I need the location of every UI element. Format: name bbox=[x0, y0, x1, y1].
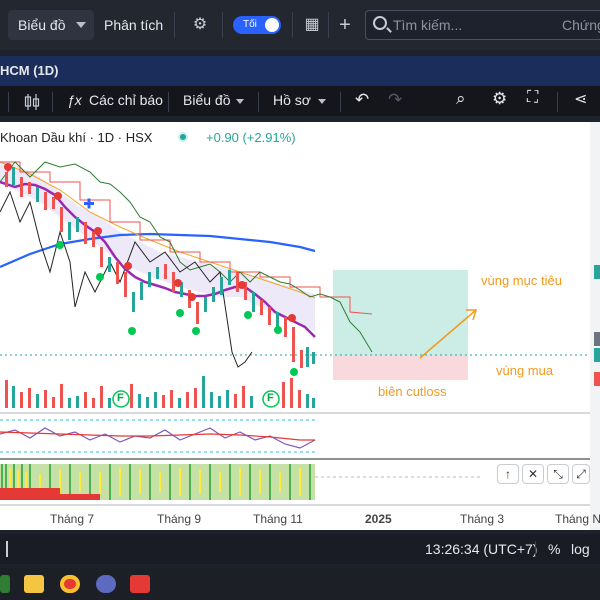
divider bbox=[222, 12, 223, 38]
divider bbox=[328, 12, 329, 38]
plus-icon[interactable]: + bbox=[333, 10, 357, 40]
folder-icon[interactable] bbox=[24, 575, 44, 593]
price-scale[interactable] bbox=[590, 122, 600, 530]
maximize-pane-button[interactable]: ⤢ bbox=[572, 464, 590, 484]
window-title: HCM (1D) bbox=[0, 63, 59, 78]
grid-layout-icon[interactable]: ▦ bbox=[300, 10, 324, 40]
profile-button[interactable]: Hồ sơ bbox=[273, 92, 311, 108]
divider bbox=[292, 12, 293, 38]
settings-icon[interactable]: ⚙ bbox=[492, 89, 507, 109]
price-change: +0.90 (+2.91%) bbox=[206, 130, 296, 145]
divider bbox=[168, 92, 169, 112]
market-status-dot bbox=[178, 132, 188, 142]
layout-dropdown[interactable]: Biểu đồ bbox=[8, 10, 94, 40]
function-icon[interactable]: ƒx bbox=[67, 92, 82, 108]
divider bbox=[174, 12, 175, 38]
divider bbox=[8, 92, 9, 112]
kijun-line-red bbox=[0, 161, 373, 315]
symbol-legend-title[interactable]: Khoan Dầu khí · 1D · HSX bbox=[0, 130, 152, 145]
divider bbox=[535, 541, 536, 557]
collapse-pane-button[interactable]: ⤡ bbox=[547, 464, 569, 484]
chevron-down-icon bbox=[76, 22, 86, 28]
target-zone-label: vùng mục tiêu bbox=[481, 273, 562, 288]
x-tick-label: Tháng 9 bbox=[157, 512, 202, 526]
toggle-knob bbox=[265, 18, 279, 32]
x-tick-label: Tháng 11 bbox=[253, 512, 303, 526]
close-pane-button[interactable]: ✕ bbox=[522, 464, 544, 484]
quick-search-icon[interactable]: ⌕ bbox=[456, 89, 466, 109]
divider bbox=[557, 92, 558, 112]
divider bbox=[6, 541, 8, 557]
x-tick-label: Tháng 7 bbox=[50, 512, 95, 526]
search-icon bbox=[373, 16, 387, 30]
search-input[interactable]: Tìm kiếm... Chứng bbox=[365, 10, 600, 40]
app-icon-green[interactable] bbox=[0, 575, 10, 593]
analysis-button[interactable]: Phân tích bbox=[104, 17, 163, 33]
os-taskbar bbox=[0, 568, 600, 600]
clock-time[interactable]: 13:26:34 (UTC+7) bbox=[425, 541, 537, 557]
bottom-status-bar: 13:26:34 (UTC+7) % log bbox=[0, 534, 600, 564]
x-tick-label: Tháng 3 bbox=[460, 512, 505, 526]
cutloss-label: biên cutloss bbox=[378, 384, 447, 399]
candles-icon[interactable] bbox=[24, 93, 40, 111]
price-scale-marker bbox=[594, 265, 600, 279]
chart-type-button[interactable]: Biểu đồ bbox=[183, 92, 230, 108]
divider bbox=[52, 92, 53, 112]
app-icon[interactable] bbox=[96, 575, 116, 593]
chrome-icon[interactable] bbox=[60, 575, 80, 593]
search-right-label: Chứng bbox=[562, 17, 600, 33]
log-scale-toggle[interactable]: log bbox=[571, 541, 590, 557]
price-scale-marker bbox=[594, 348, 600, 362]
toggle-label: Tối bbox=[243, 19, 257, 30]
divider bbox=[258, 92, 259, 112]
oscillator-purple bbox=[0, 427, 316, 449]
search-placeholder: Tìm kiếm... bbox=[393, 17, 463, 33]
fullscreen-icon[interactable]: ⛶ bbox=[527, 89, 538, 107]
indicators-button[interactable]: Các chỉ báo bbox=[89, 92, 163, 108]
divider bbox=[340, 92, 341, 112]
buy-zone-label: vùng mua bbox=[496, 363, 554, 378]
gear-icon[interactable]: ⚙ bbox=[186, 10, 214, 40]
dark-mode-toggle[interactable]: Tối bbox=[233, 16, 281, 34]
redo-icon[interactable]: ↷ bbox=[388, 90, 402, 110]
window-title-bar: HCM (1D) bbox=[0, 56, 600, 86]
f-marker-2-label: F bbox=[267, 392, 274, 404]
share-icon[interactable]: ⋖ bbox=[574, 89, 587, 109]
price-scale-marker bbox=[594, 332, 600, 346]
percent-scale-toggle[interactable]: % bbox=[548, 541, 560, 557]
move-pane-up-button[interactable]: ↑ bbox=[497, 464, 519, 484]
layout-dropdown-label: Biểu đồ bbox=[18, 17, 66, 33]
chevron-down-icon bbox=[318, 99, 326, 104]
undo-icon[interactable]: ↶ bbox=[355, 90, 369, 110]
stop-zone bbox=[333, 355, 468, 380]
f-marker-1-label: F bbox=[117, 392, 124, 404]
chevron-down-icon bbox=[236, 99, 244, 104]
app-icon-red[interactable] bbox=[130, 575, 150, 593]
x-tick-label: 2025 bbox=[365, 512, 392, 526]
price-scale-marker bbox=[594, 372, 600, 386]
x-tick-label: Tháng Năm bbox=[555, 512, 600, 526]
chart-toolbar: ƒx Các chỉ báo Biểu đồ Hồ sơ ↶ ↷ ⌕ ⚙ ⛶ ⋖ bbox=[0, 86, 600, 116]
